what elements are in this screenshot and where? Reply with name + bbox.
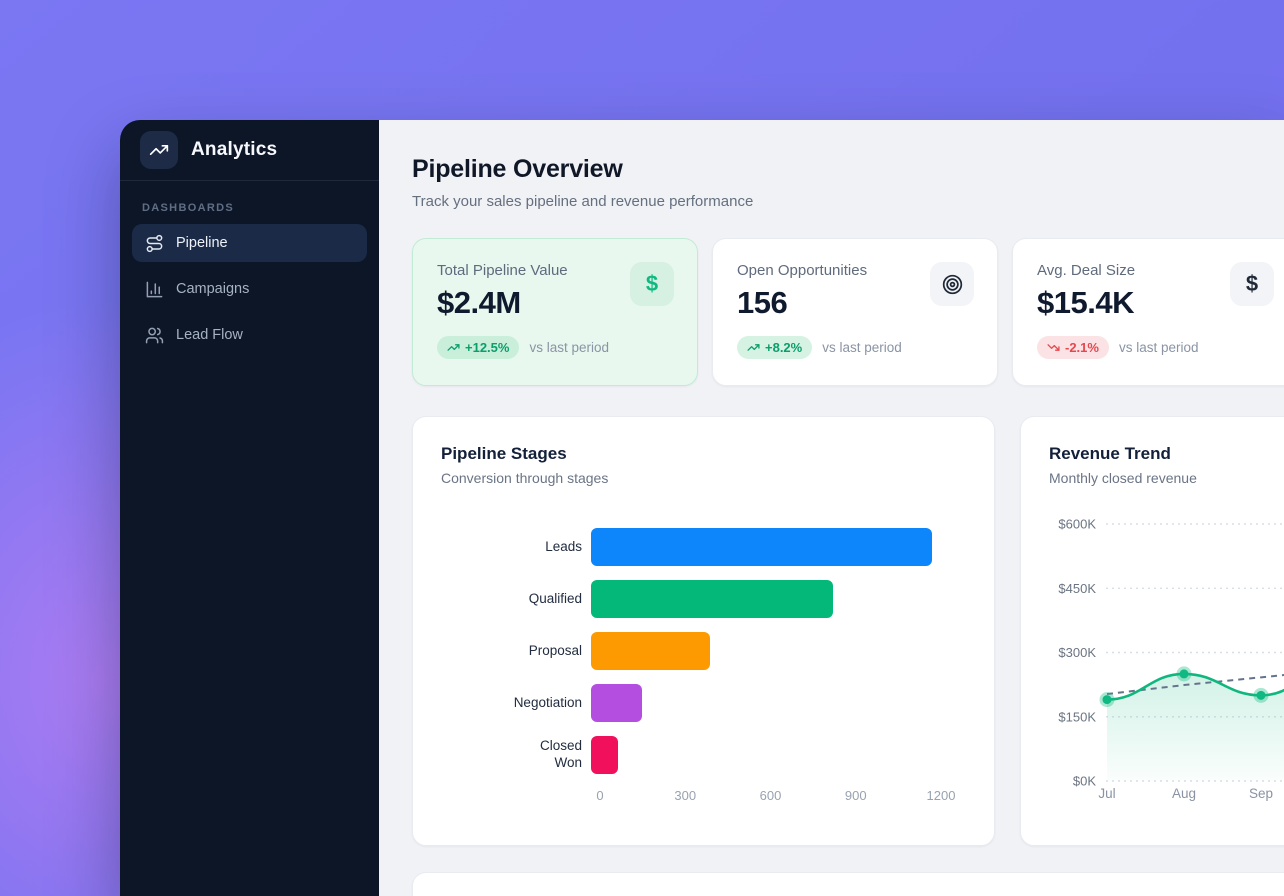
bar-category-label: Proposal <box>441 643 591 660</box>
main-content: Pipeline Overview Track your sales pipel… <box>379 120 1284 896</box>
bar <box>591 580 833 618</box>
x-axis-tick: 900 <box>845 788 867 803</box>
desktop-background: Analytics DASHBOARDS Pipeline <box>0 0 1284 896</box>
x-axis-label: Sep <box>1249 786 1273 801</box>
compare-label: vs last period <box>822 340 902 355</box>
kpi-icon-box: $ <box>1230 262 1274 306</box>
kpi-icon-box <box>930 262 974 306</box>
users-icon <box>145 326 164 345</box>
sidebar-item-label: Pipeline <box>176 235 228 251</box>
x-axis-tick: 300 <box>674 788 696 803</box>
y-axis-label: $300K <box>1058 645 1096 660</box>
revenue-line-chart: $600K$450K$300K$150K$0KJulAugSepOct <box>1021 417 1284 846</box>
trending-up-icon <box>447 341 460 354</box>
bar-category-label: Leads <box>441 539 591 556</box>
y-axis-label: $0K <box>1073 774 1096 789</box>
change-value: +12.5% <box>465 340 509 355</box>
bar-category-label: Negotiation <box>441 695 591 712</box>
app-window: Analytics DASHBOARDS Pipeline <box>120 120 1284 896</box>
change-value: -2.1% <box>1065 340 1099 355</box>
kpi-row: Total Pipeline Value $2.4M +12.5% vs las… <box>412 238 1284 386</box>
sidebar-nav: Pipeline Campaigns <box>120 224 379 354</box>
kpi-badge-row: -2.1% vs last period <box>1037 336 1273 359</box>
x-axis-label: Aug <box>1172 786 1196 801</box>
page-subtitle: Track your sales pipeline and revenue pe… <box>412 193 1284 210</box>
trending-up-icon <box>747 341 760 354</box>
change-badge: -2.1% <box>1037 336 1109 359</box>
kpi-card-open-opportunities: Open Opportunities 156 +8.2% vs last per… <box>712 238 998 386</box>
sidebar-item-campaigns[interactable]: Campaigns <box>132 270 367 308</box>
bar-category-label: Qualified <box>441 591 591 608</box>
bar-category-label: Closed Won <box>441 738 591 772</box>
bar-track <box>591 736 966 774</box>
change-badge: +12.5% <box>437 336 519 359</box>
x-axis-tick: 600 <box>760 788 782 803</box>
y-axis-label: $150K <box>1058 709 1096 724</box>
bar-chart-icon <box>145 280 164 299</box>
dollar-icon: $ <box>1246 271 1258 297</box>
bar-track <box>591 632 966 670</box>
data-point <box>1180 669 1189 678</box>
sidebar-section-label: DASHBOARDS <box>142 202 357 214</box>
stage-bar-chart: Leads Qualified Proposal Negotiation Closed … <box>441 528 966 774</box>
bar <box>591 528 932 566</box>
bar-row: Proposal <box>441 632 966 670</box>
bar-row: Qualified <box>441 580 966 618</box>
target-icon <box>941 273 964 296</box>
y-axis-label: $450K <box>1058 581 1096 596</box>
kpi-card-total-pipeline-value: Total Pipeline Value $2.4M +12.5% vs las… <box>412 238 698 386</box>
sidebar-item-lead-flow[interactable]: Lead Flow <box>132 316 367 354</box>
revenue-trend-card: $600K$450K$300K$150K$0KJulAugSepOct Reve… <box>1020 416 1284 846</box>
kpi-icon-box: $ <box>630 262 674 306</box>
pipeline-stages-card: Pipeline Stages Conversion through stage… <box>412 416 995 846</box>
change-badge: +8.2% <box>737 336 812 359</box>
dollar-icon: $ <box>646 271 658 297</box>
data-point <box>1257 691 1266 700</box>
app-logo <box>140 131 178 169</box>
kpi-badge-row: +8.2% vs last period <box>737 336 973 359</box>
bar-row: Leads <box>441 528 966 566</box>
trending-up-icon <box>149 140 169 160</box>
x-axis-label: Jul <box>1098 786 1115 801</box>
sidebar-item-label: Lead Flow <box>176 327 243 343</box>
sidebar-item-pipeline[interactable]: Pipeline <box>132 224 367 262</box>
compare-label: vs last period <box>1119 340 1199 355</box>
bar-row: Closed Won <box>441 736 966 774</box>
sidebar: Analytics DASHBOARDS Pipeline <box>120 120 379 896</box>
compare-label: vs last period <box>529 340 609 355</box>
data-point <box>1103 695 1112 704</box>
x-axis-tick: 1200 <box>927 788 956 803</box>
partially-visible-card <box>412 872 1284 896</box>
sidebar-item-label: Campaigns <box>176 281 249 297</box>
route-icon <box>145 234 164 253</box>
trending-down-icon <box>1047 341 1060 354</box>
change-value: +8.2% <box>765 340 802 355</box>
bar <box>591 736 618 774</box>
bar-track <box>591 684 966 722</box>
bar-track <box>591 528 966 566</box>
stage-x-axis: 0 300 600 900 1200 <box>441 788 966 806</box>
bar <box>591 684 642 722</box>
charts-row: Pipeline Stages Conversion through stage… <box>412 416 1284 846</box>
bar-track <box>591 580 966 618</box>
x-axis-tick: 0 <box>596 788 603 803</box>
bar <box>591 632 710 670</box>
bar-row: Negotiation <box>441 684 966 722</box>
page-title: Pipeline Overview <box>412 155 1284 184</box>
brand-title: Analytics <box>191 139 277 161</box>
chart-title: Pipeline Stages <box>441 444 966 464</box>
kpi-badge-row: +12.5% vs last period <box>437 336 673 359</box>
y-axis-label: $600K <box>1058 517 1096 532</box>
kpi-card-avg-deal-size: Avg. Deal Size $15.4K -2.1% vs last peri… <box>1012 238 1284 386</box>
chart-subtitle: Conversion through stages <box>441 470 966 486</box>
brand-row: Analytics <box>120 120 379 181</box>
